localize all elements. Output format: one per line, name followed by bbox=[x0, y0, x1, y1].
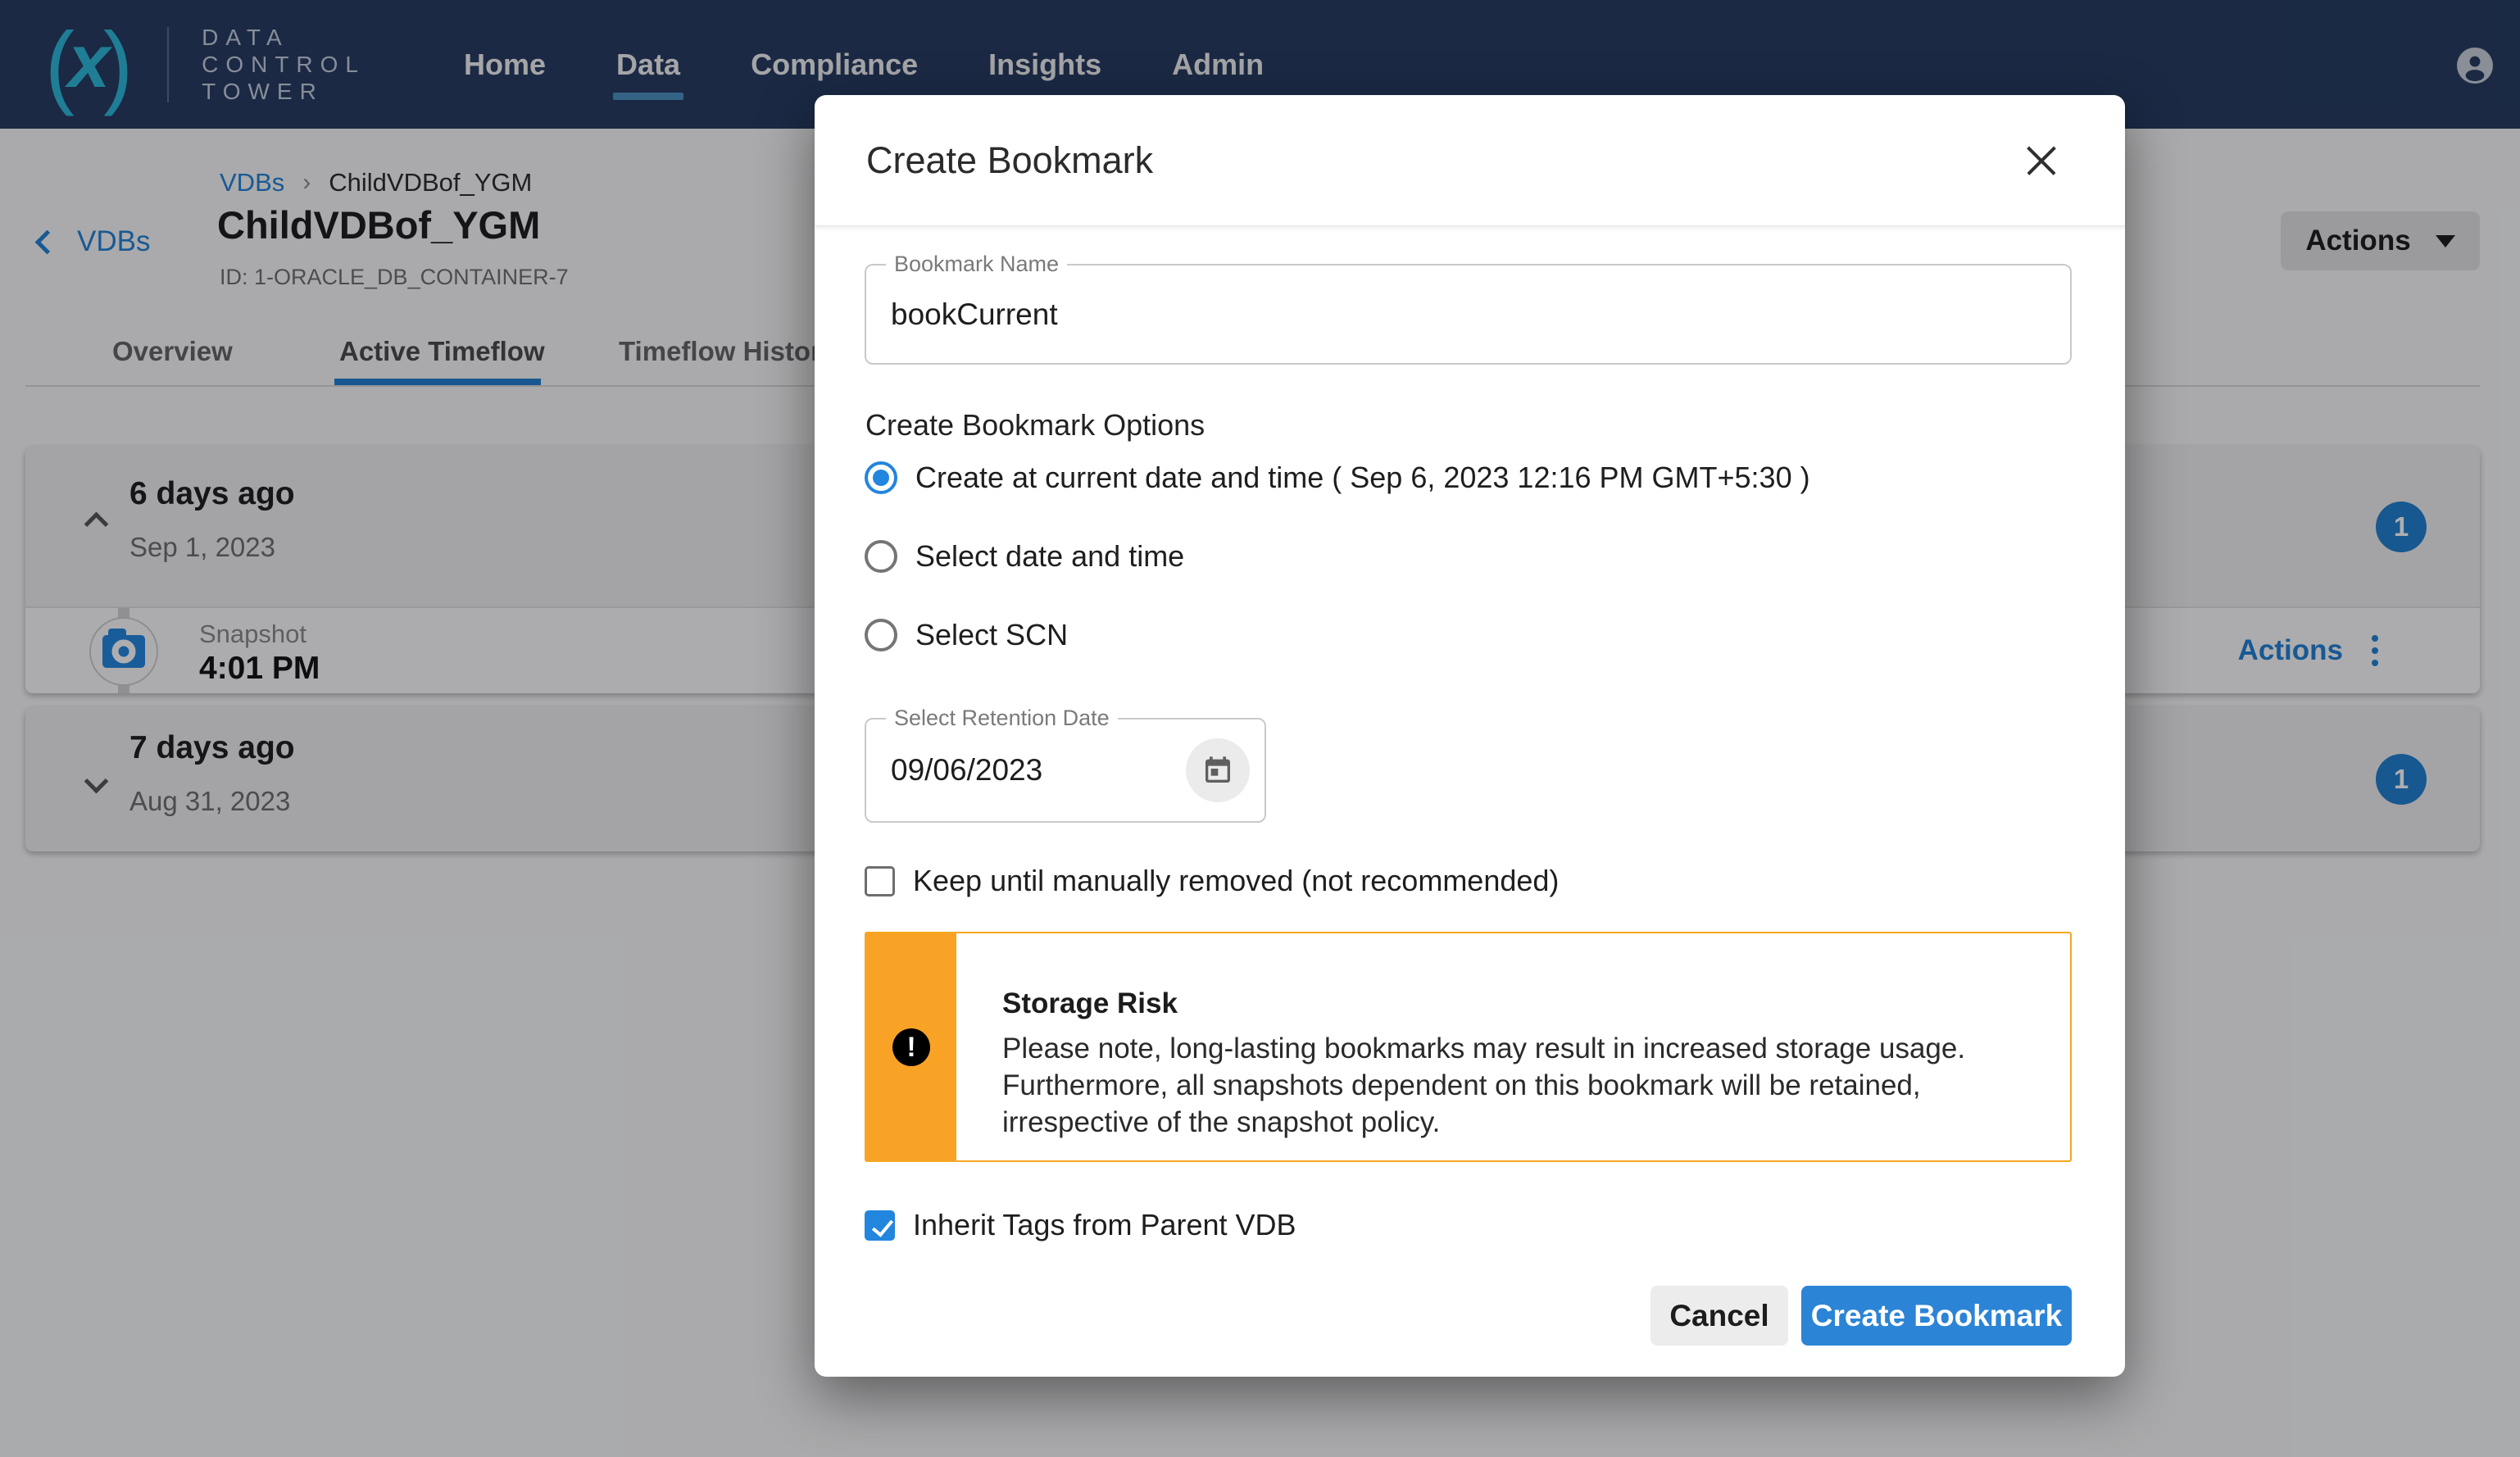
storage-risk-alert: ! Storage Risk Please note, long-lasting… bbox=[865, 932, 2072, 1162]
radio-selected-icon[interactable] bbox=[865, 461, 897, 494]
bookmark-name-input[interactable] bbox=[891, 297, 1733, 332]
bookmark-name-field[interactable]: Bookmark Name bbox=[865, 264, 2072, 365]
options-heading: Create Bookmark Options bbox=[865, 408, 1205, 443]
radio-select-datetime[interactable]: Select date and time bbox=[865, 539, 1184, 574]
retention-date-label: Select Retention Date bbox=[886, 706, 1118, 731]
radio-select-scn[interactable]: Select SCN bbox=[865, 618, 1068, 652]
retention-date-input[interactable] bbox=[891, 753, 1169, 788]
alert-stripe: ! bbox=[866, 933, 956, 1160]
checkbox-checked-icon[interactable] bbox=[865, 1210, 895, 1241]
keep-until-removed-checkbox-row[interactable]: Keep until manually removed (not recomme… bbox=[865, 864, 1559, 898]
radio-label: Select SCN bbox=[915, 618, 1068, 652]
radio-label: Select date and time bbox=[915, 539, 1184, 574]
checkbox-unchecked-icon[interactable] bbox=[865, 866, 895, 896]
radio-label: Create at current date and time ( Sep 6,… bbox=[915, 461, 1810, 495]
radio-unselected-icon[interactable] bbox=[865, 540, 897, 573]
create-bookmark-button[interactable]: Create Bookmark bbox=[1801, 1286, 2072, 1346]
calendar-button[interactable] bbox=[1186, 738, 1250, 802]
radio-current-datetime[interactable]: Create at current date and time ( Sep 6,… bbox=[865, 461, 1810, 495]
retention-date-field[interactable]: Select Retention Date bbox=[865, 718, 1266, 823]
radio-unselected-icon[interactable] bbox=[865, 619, 897, 651]
modal-header: Create Bookmark bbox=[815, 95, 2125, 226]
alert-body: Please note, long-lasting bookmarks may … bbox=[1002, 1030, 2035, 1141]
inherit-tags-checkbox-row[interactable]: Inherit Tags from Parent VDB bbox=[865, 1208, 1296, 1242]
cancel-button[interactable]: Cancel bbox=[1650, 1286, 1788, 1346]
bookmark-name-label: Bookmark Name bbox=[886, 252, 1067, 277]
alert-content: Storage Risk Please note, long-lasting b… bbox=[1002, 987, 2035, 1141]
error-icon: ! bbox=[892, 1028, 930, 1066]
inherit-tags-label: Inherit Tags from Parent VDB bbox=[913, 1208, 1296, 1242]
create-bookmark-modal: Create Bookmark Bookmark Name Create Boo… bbox=[815, 95, 2125, 1377]
calendar-icon bbox=[1201, 754, 1234, 787]
keep-until-removed-label: Keep until manually removed (not recomme… bbox=[913, 864, 1559, 898]
alert-title: Storage Risk bbox=[1002, 987, 2035, 1020]
close-icon[interactable] bbox=[2018, 138, 2064, 184]
modal-title: Create Bookmark bbox=[866, 139, 1153, 182]
